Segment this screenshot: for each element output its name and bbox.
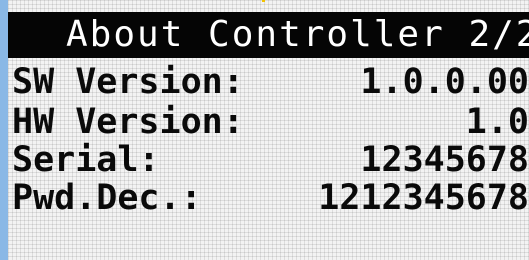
hw-version-row: HW Version: 1.0 <box>8 102 529 142</box>
screen-left-edge <box>0 0 8 260</box>
lcd-screen: About Controller 2/2 SW Version: 1.0.0.0… <box>0 0 529 260</box>
serial-row: Serial: 12345678 <box>8 140 529 180</box>
top-accent-mark <box>262 0 265 2</box>
pwd-dec-value: 1212345678 <box>318 178 529 218</box>
hw-version-value: 1.0 <box>465 102 529 142</box>
sw-version-row: SW Version: 1.0.0.00 <box>8 62 529 102</box>
pwd-dec-row: Pwd.Dec.: 1212345678 <box>8 178 529 218</box>
sw-version-label: SW Version: <box>12 62 244 102</box>
serial-value: 12345678 <box>360 140 529 180</box>
hw-version-label: HW Version: <box>12 102 244 142</box>
pwd-dec-label: Pwd.Dec.: <box>12 178 202 218</box>
title-bar: About Controller 2/2 <box>8 12 529 58</box>
sw-version-value: 1.0.0.00 <box>360 62 529 102</box>
serial-label: Serial: <box>12 140 160 180</box>
page-title: About Controller 2/2 <box>66 14 529 55</box>
